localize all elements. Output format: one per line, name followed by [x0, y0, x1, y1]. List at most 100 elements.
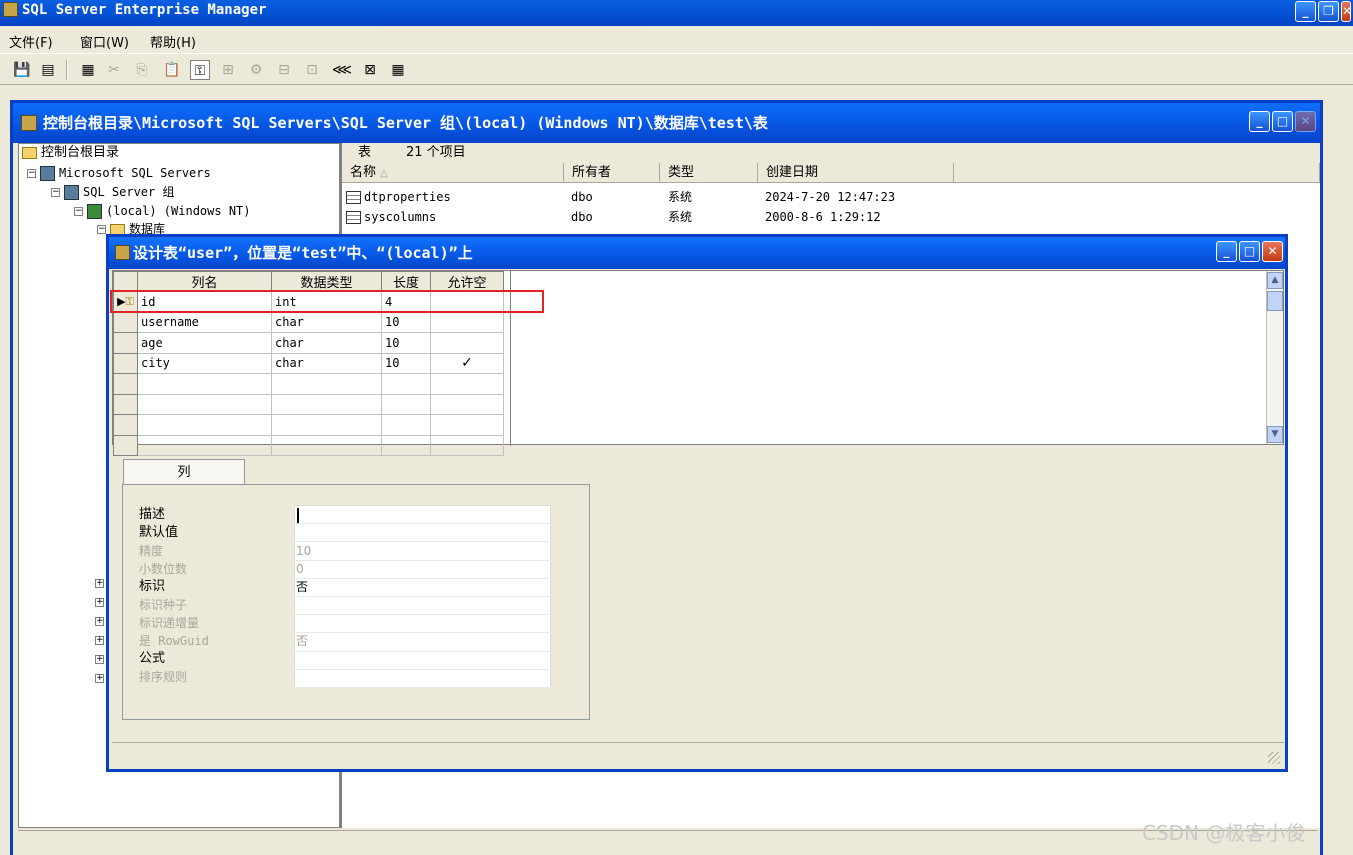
empty-cell[interactable] [381, 373, 431, 395]
collapse-icon[interactable]: − [27, 169, 36, 178]
table-row[interactable]: username char 10 [113, 311, 504, 333]
menu-help[interactable]: 帮助(H) [150, 32, 196, 51]
cell-column-name[interactable]: city [137, 352, 272, 374]
cell-column-name[interactable]: age [137, 332, 272, 354]
scroll-thumb[interactable] [1267, 291, 1283, 311]
property-row[interactable] [295, 506, 552, 525]
console-title-bar[interactable]: 控制台根目录\Microsoft SQL Servers\SQL Server … [13, 103, 1320, 143]
expand-icon[interactable]: + [95, 674, 104, 683]
expand-icon[interactable]: + [95, 598, 104, 607]
manage-indexes-icon[interactable]: ⚙ [246, 60, 266, 80]
server-icon[interactable]: ▦ [78, 60, 98, 80]
minimize-icon[interactable]: _ [1249, 111, 1270, 132]
diagram-icon[interactable]: ⋘ [332, 60, 352, 80]
row-selector[interactable] [113, 414, 138, 436]
table-row[interactable]: age char 10 [113, 332, 504, 354]
cell-allow-nulls[interactable] [430, 332, 504, 354]
table-row[interactable]: syscolumns dbo 系统 2000-8-6 1:29:12 [342, 207, 1320, 227]
row-selector[interactable] [113, 332, 138, 354]
collapse-icon[interactable]: − [97, 225, 106, 234]
minimize-icon[interactable]: _ [1216, 241, 1237, 262]
property-row[interactable] [295, 652, 552, 670]
maximize-icon[interactable]: □ [1239, 241, 1260, 262]
expand-icon[interactable]: + [95, 617, 104, 626]
close-icon[interactable]: ✕ [1262, 241, 1283, 262]
property-row[interactable] [295, 615, 552, 634]
cell-data-type[interactable]: char [271, 311, 382, 333]
empty-cell[interactable] [137, 414, 272, 436]
row-selector[interactable] [113, 311, 138, 333]
check-constraints-icon[interactable]: ⊟ [274, 60, 294, 80]
collapse-icon[interactable]: − [74, 207, 83, 216]
maximize-icon[interactable]: □ [1272, 111, 1293, 132]
save-icon[interactable]: 💾 [12, 60, 32, 80]
property-row[interactable] [295, 597, 552, 616]
property-row[interactable] [295, 579, 552, 597]
tree-item-local-server[interactable]: − (local) (Windows NT) [74, 202, 251, 220]
cell-allow-nulls[interactable] [430, 311, 504, 333]
empty-cell[interactable] [381, 434, 431, 456]
empty-cell[interactable] [430, 414, 504, 436]
tree-item-sql-servers[interactable]: − Microsoft SQL Servers [27, 164, 211, 182]
triggers-icon[interactable]: ⊡ [302, 60, 322, 80]
row-selector[interactable] [113, 393, 138, 415]
scroll-up-icon[interactable]: ▲ [1267, 272, 1283, 289]
property-value-identity[interactable]: 否 [296, 578, 308, 596]
empty-row[interactable] [113, 414, 504, 436]
row-selector[interactable] [113, 373, 138, 395]
cell-length[interactable]: 10 [381, 311, 431, 333]
property-row[interactable] [295, 670, 552, 688]
tab-columns[interactable]: 列 [123, 459, 245, 486]
empty-cell[interactable] [271, 373, 382, 395]
tree-item-server-group[interactable]: − SQL Server 组 [51, 183, 174, 201]
tree-item-console-root[interactable]: 控制台根目录 [22, 144, 119, 162]
empty-cell[interactable] [430, 373, 504, 395]
empty-cell[interactable] [381, 393, 431, 415]
grid-icon[interactable]: ▦ [388, 60, 408, 80]
empty-cell[interactable] [137, 393, 272, 415]
empty-cell[interactable] [137, 434, 272, 456]
menu-window[interactable]: 窗口(W) [80, 32, 129, 51]
show-sql-icon[interactable]: ⊠ [360, 60, 380, 80]
grid-header-column-name[interactable]: 列名 [137, 271, 272, 292]
close-icon[interactable]: ✕ [1295, 111, 1316, 132]
empty-cell[interactable] [271, 414, 382, 436]
restore-icon[interactable]: ❐ [1318, 1, 1339, 22]
column-header-type[interactable]: 类型 [660, 163, 758, 183]
property-row[interactable] [295, 542, 552, 561]
cell-length[interactable]: 10 [381, 332, 431, 354]
menu-file[interactable]: 文件(F) [9, 32, 53, 51]
grid-header-data-type[interactable]: 数据类型 [271, 271, 382, 292]
empty-cell[interactable] [381, 414, 431, 436]
cell-allow-nulls[interactable]: ✓ [430, 352, 504, 374]
property-row[interactable] [295, 633, 552, 652]
relationships-icon[interactable]: ⊞ [218, 60, 238, 80]
expand-icon[interactable]: + [95, 579, 104, 588]
grid-scrollbar[interactable]: ▲ ▼ [1266, 271, 1283, 444]
property-row[interactable] [295, 524, 552, 543]
copy-icon[interactable]: ⎘ [132, 60, 152, 80]
column-header-owner[interactable]: 所有者 [564, 163, 660, 183]
cell-data-type[interactable]: char [271, 332, 382, 354]
expand-icon[interactable]: + [95, 636, 104, 645]
primary-key-icon[interactable]: ⚿ [190, 60, 210, 80]
properties-icon[interactable]: ▤ [38, 60, 58, 80]
empty-row[interactable] [113, 434, 504, 456]
empty-cell[interactable] [271, 434, 382, 456]
close-icon[interactable]: ✕ [1341, 1, 1352, 22]
column-header-created[interactable]: 创建日期 [758, 163, 954, 183]
grid-header-allow-nulls[interactable]: 允许空 [430, 271, 504, 292]
empty-cell[interactable] [430, 434, 504, 456]
expand-icon[interactable]: + [95, 655, 104, 664]
cell-data-type[interactable]: char [271, 352, 382, 374]
grid-header-length[interactable]: 长度 [381, 271, 431, 292]
row-selector[interactable] [113, 434, 138, 456]
cell-length[interactable]: 10 [381, 352, 431, 374]
paste-icon[interactable]: 📋 [162, 60, 182, 80]
empty-cell[interactable] [137, 373, 272, 395]
empty-cell[interactable] [430, 393, 504, 415]
table-row[interactable]: dtproperties dbo 系统 2024-7-20 12:47:23 [342, 187, 1320, 207]
dialog-title-bar[interactable]: 设计表“user”，位置是“test”中、“(local)”上 _ □ ✕ [109, 237, 1285, 269]
table-row[interactable]: city char 10 ✓ [113, 352, 504, 374]
minimize-icon[interactable]: _ [1295, 1, 1316, 22]
